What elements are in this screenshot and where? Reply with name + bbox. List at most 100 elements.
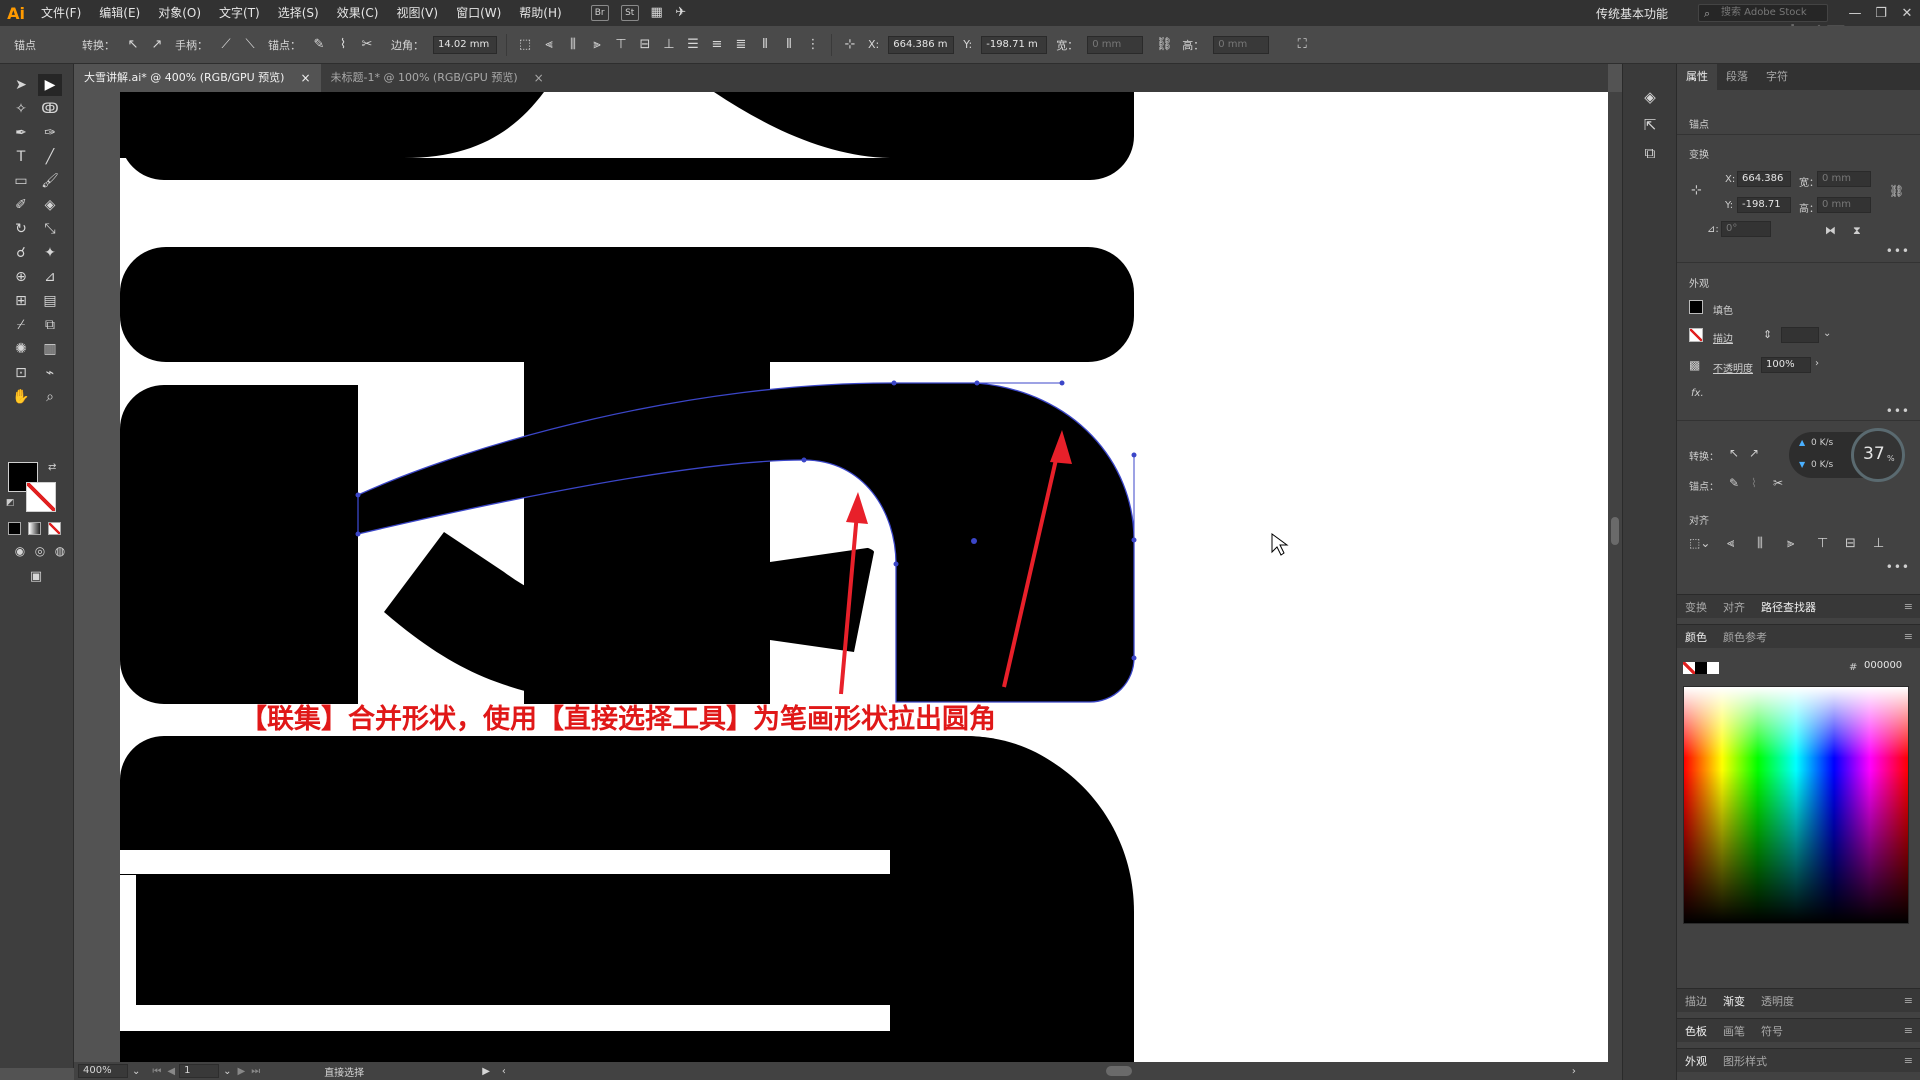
none-color-swatch[interactable] xyxy=(1683,662,1695,674)
tab-transparency[interactable]: 透明度 xyxy=(1753,993,1802,1009)
artboard[interactable]: 【联集】合并形状，使用【直接选择工具】为笔画形状拉出圆角 xyxy=(74,92,1608,1062)
panel-y-field[interactable]: -198.71 xyxy=(1737,197,1791,213)
perspective-grid-icon[interactable]: ⊿ xyxy=(38,266,62,288)
stroke-color-swatch[interactable] xyxy=(26,482,56,512)
tab-color[interactable]: 颜色 xyxy=(1677,629,1715,645)
warp-tool-icon[interactable]: ☌ xyxy=(9,242,33,264)
screen-mode-icon[interactable]: ▣ xyxy=(24,566,48,588)
y-field[interactable]: -198.71 m xyxy=(981,35,1048,54)
align-hcenter-icon[interactable]: ⫼ xyxy=(1757,536,1763,551)
hand-tool-icon[interactable]: ✋ xyxy=(9,386,33,408)
pen-tool-icon[interactable]: ✒ xyxy=(9,122,33,144)
tab-document-active[interactable]: 大雪讲解.ai* @ 400% (RGB/GPU 预览) × xyxy=(74,64,321,92)
reference-point-icon[interactable]: ⊹ xyxy=(1691,183,1702,198)
distribute-right-icon[interactable]: ⋮ xyxy=(803,35,823,55)
anchor-point[interactable] xyxy=(891,380,897,386)
symbol-sprayer-icon[interactable]: ✺ xyxy=(9,338,33,360)
rotate-tool-icon[interactable]: ↻ xyxy=(9,218,33,240)
handle-point[interactable] xyxy=(1131,452,1137,458)
align-right-icon[interactable]: ⫸ xyxy=(587,35,607,55)
black-color-swatch[interactable] xyxy=(1695,662,1707,674)
panel-fill-swatch[interactable] xyxy=(1689,300,1703,314)
panel-x-field[interactable]: 664.386 xyxy=(1737,171,1791,187)
artboard-number-field[interactable]: 1 xyxy=(179,1064,220,1078)
glyph-lower-bar-3[interactable] xyxy=(120,1031,890,1062)
tab-paragraph[interactable]: 段落 xyxy=(1717,64,1757,90)
blend-tool-icon[interactable]: ⧉ xyxy=(38,314,62,336)
glyph-second-bar[interactable] xyxy=(120,247,1134,362)
type-tool-icon[interactable]: T xyxy=(9,146,33,168)
panel-menu-icon[interactable]: ≡ xyxy=(1896,600,1920,613)
anchor-point[interactable] xyxy=(1131,537,1137,543)
glyph-lower-bar-2[interactable] xyxy=(136,875,890,1005)
cut-path-icon[interactable]: ✂ xyxy=(357,35,377,55)
hscroll-left-icon[interactable]: ‹ xyxy=(502,1066,506,1077)
arrange-documents-icon[interactable]: ▦ xyxy=(647,3,667,23)
zoom-tool-icon[interactable]: ⌕ xyxy=(38,386,62,408)
menu-view[interactable]: 视图(V) xyxy=(387,0,447,26)
selection-tool-icon[interactable]: ➤ xyxy=(9,74,33,96)
cut-path-icon[interactable]: ✂ xyxy=(1773,476,1783,490)
anchor-point[interactable] xyxy=(893,561,899,567)
stroke-weight-field[interactable] xyxy=(1781,327,1819,343)
menu-window[interactable]: 窗口(W) xyxy=(447,0,510,26)
last-artboard-icon[interactable]: ⏭ xyxy=(251,1066,260,1077)
panel-stroke-swatch[interactable] xyxy=(1689,328,1703,342)
convert-smooth-icon[interactable]: ↗ xyxy=(1749,446,1759,460)
hscroll-right-icon[interactable]: › xyxy=(1572,1066,1576,1077)
tab-properties[interactable]: 属性 xyxy=(1677,64,1717,90)
shape-builder-icon[interactable]: ⊕ xyxy=(9,266,33,288)
distribute-left-icon[interactable]: ⦀ xyxy=(755,35,775,55)
stock-icon[interactable]: St xyxy=(620,5,639,21)
distribute-bottom-icon[interactable]: ≣ xyxy=(731,35,751,55)
tab-transform[interactable]: 变换 xyxy=(1677,599,1715,615)
flip-horizontal-icon[interactable]: ⧓ xyxy=(1825,224,1836,237)
rectangle-tool-icon[interactable]: ▭ xyxy=(9,170,33,192)
gradient-tool-icon[interactable]: ▤ xyxy=(38,290,62,312)
remove-anchor-icon[interactable]: ✎ xyxy=(1729,476,1739,490)
align-left-icon[interactable]: ⫷ xyxy=(1727,536,1734,551)
anchor-point[interactable] xyxy=(355,531,361,537)
tab-character[interactable]: 字符 xyxy=(1757,64,1797,90)
vertical-scrollbar[interactable] xyxy=(1608,92,1622,1062)
artboard-dropdown-icon[interactable]: ⌄ xyxy=(223,1066,231,1077)
panel-h-field[interactable]: 0 mm xyxy=(1817,197,1871,213)
h-field[interactable]: 0 mm xyxy=(1213,35,1270,54)
show-handles-icon[interactable]: ⟋ xyxy=(216,35,236,55)
align-to-icon[interactable]: ⬚⌄ xyxy=(1689,536,1710,550)
align-left-icon[interactable]: ⫷ xyxy=(539,35,559,55)
panel-w-field[interactable]: 0 mm xyxy=(1817,171,1871,187)
connect-anchor-icon[interactable]: ⌇ xyxy=(333,35,353,55)
panel-menu-icon[interactable]: ≡ xyxy=(1896,1054,1920,1067)
stroke-dropdown-icon[interactable]: ⌄ xyxy=(1823,328,1831,339)
menu-help[interactable]: 帮助(H) xyxy=(510,0,570,26)
reference-point-icon[interactable]: ⊹ xyxy=(840,35,860,55)
first-artboard-icon[interactable]: ⏮ xyxy=(152,1066,161,1077)
tab-close-icon[interactable]: × xyxy=(534,64,544,92)
flip-vertical-icon[interactable]: ⧗ xyxy=(1853,224,1861,238)
distribute-top-icon[interactable]: ☰ xyxy=(683,35,703,55)
convert-smooth-icon[interactable]: ↗ xyxy=(147,35,167,55)
anchor-point[interactable] xyxy=(1131,655,1137,661)
canvas-area[interactable]: 【联集】合并形状，使用【直接选择工具】为笔画形状拉出圆角 xyxy=(74,92,1608,1062)
isolate-icon[interactable]: ⛶ xyxy=(1292,35,1312,55)
eraser-icon[interactable]: ◈ xyxy=(38,194,62,216)
w-field[interactable]: 0 mm xyxy=(1087,35,1144,54)
menu-file[interactable]: 文件(F) xyxy=(32,0,90,26)
menu-object[interactable]: 对象(O) xyxy=(149,0,210,26)
opacity-arrow-icon[interactable]: › xyxy=(1815,358,1819,369)
status-menu-icon[interactable]: ▶ xyxy=(482,1066,490,1077)
x-field[interactable]: 664.386 m xyxy=(888,35,955,54)
export-icon[interactable]: ⇱ xyxy=(1638,114,1662,136)
stroke-weight-stepper-icon[interactable]: ⇕ xyxy=(1763,328,1772,341)
slice-tool-icon[interactable]: ⌁ xyxy=(38,362,62,384)
line-tool-icon[interactable]: ╱ xyxy=(38,146,62,168)
align-hcenter-icon[interactable]: ⫼ xyxy=(563,35,583,55)
more-options-icon[interactable]: ••• xyxy=(1886,244,1910,258)
next-artboard-icon[interactable]: ▶ xyxy=(237,1066,245,1077)
draw-inside-icon[interactable]: ◍ xyxy=(48,540,72,562)
fx-button[interactable]: fx. xyxy=(1691,388,1704,399)
opacity-field[interactable]: 100% xyxy=(1761,357,1811,373)
white-color-swatch[interactable] xyxy=(1707,662,1719,674)
corner-radius-field[interactable]: 14.02 mm xyxy=(433,35,497,54)
